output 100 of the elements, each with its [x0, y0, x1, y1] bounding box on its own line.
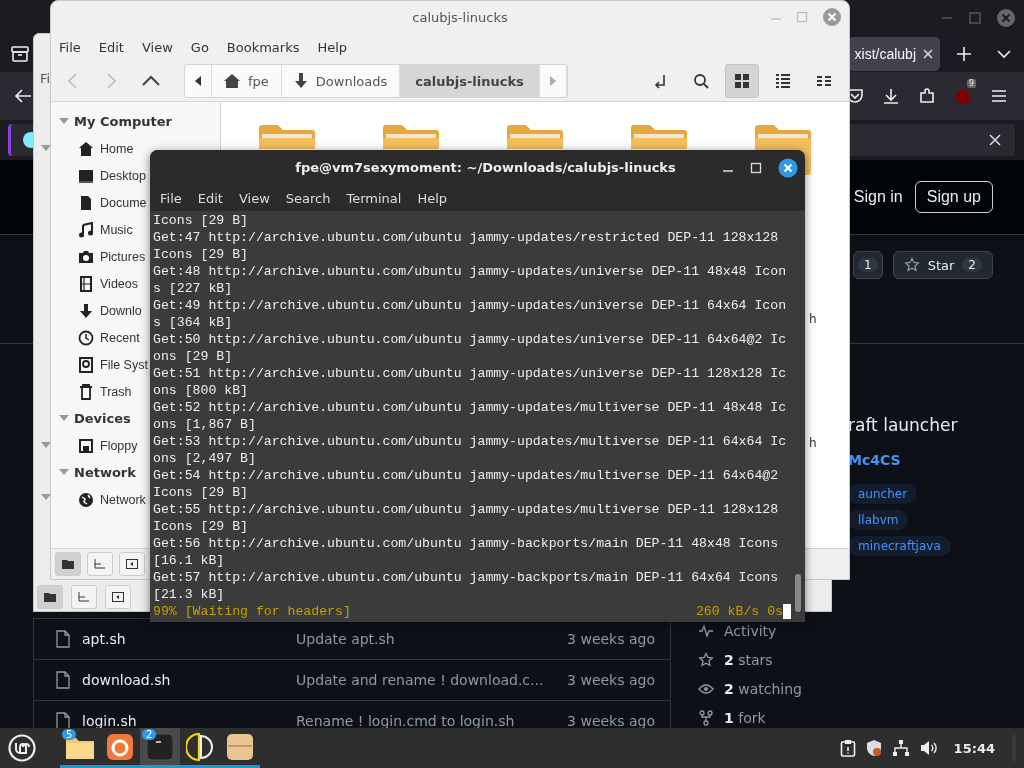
sidebar-icon: [126, 559, 138, 569]
file-name[interactable]: download.sh: [82, 672, 296, 688]
sidebar-toggle-button[interactable]: [71, 585, 97, 609]
stat-link[interactable]: 2 stars: [724, 652, 773, 668]
tab-list-icon[interactable]: [10, 44, 30, 63]
section-heading[interactable]: Devices: [74, 411, 131, 426]
breadcrumb-button[interactable]: calubjs-linucks: [400, 65, 540, 97]
website-link[interactable]: Mc4CS: [848, 452, 901, 468]
network-icon[interactable]: [891, 739, 910, 757]
sidebar-item[interactable]: Recent: [51, 324, 150, 351]
sidebar-toggle-button[interactable]: [119, 552, 145, 576]
close-icon[interactable]: [989, 134, 1001, 146]
file-name[interactable]: apt.sh: [82, 631, 296, 647]
view-button[interactable]: [725, 64, 759, 98]
file-name[interactable]: login.sh: [82, 713, 296, 728]
back-arrow-icon[interactable]: [14, 88, 32, 104]
tree-icon: [78, 592, 90, 602]
clipboard-icon[interactable]: [839, 739, 856, 757]
plus-icon[interactable]: [956, 45, 972, 62]
menu-item[interactable]: Go: [190, 39, 209, 55]
menu-item[interactable]: Fi: [40, 71, 51, 86]
menu-item[interactable]: Bookmarks: [226, 39, 300, 55]
stat-link[interactable]: 1 fork: [724, 710, 766, 726]
count-button[interactable]: 1: [853, 251, 883, 279]
extension-badge: 9: [966, 79, 976, 88]
sidebar-item[interactable]: Videos: [51, 270, 150, 297]
menu-icon[interactable]: [990, 88, 1008, 104]
file-row[interactable]: download.sh Update and rename ! download.c... 3 weeks ago: [34, 660, 670, 701]
section-heading[interactable]: My Computer: [74, 114, 172, 129]
topic-tag[interactable]: minecraftjava: [848, 536, 951, 556]
volume-icon[interactable]: [918, 739, 939, 757]
sign-in-link[interactable]: Sign in: [853, 188, 903, 206]
terminal-line: ons [2,497 B]: [153, 450, 257, 467]
repo-description: raft launcher: [848, 414, 958, 436]
music-icon: [78, 221, 94, 238]
clock[interactable]: 15:44: [953, 740, 995, 756]
commit-message[interactable]: Update apt.sh: [296, 631, 568, 647]
sidebar-toggle-button[interactable]: [55, 552, 81, 576]
menu-item[interactable]: View: [141, 39, 173, 55]
expander-icon[interactable]: [59, 414, 69, 423]
camera-icon: [78, 248, 94, 265]
browser-icon: [106, 732, 134, 761]
browser-tab[interactable]: xist/calubj: [848, 36, 940, 71]
terminal-line: Get:55 http://archive.ubuntu.com/ubuntu jammy-updates/multiverse DEP-11 128x128: [153, 501, 780, 518]
floppy-icon: [78, 437, 94, 454]
window-title: calubjs-linucks: [411, 9, 508, 25]
menu-item[interactable]: Help: [317, 39, 348, 55]
menu-item[interactable]: File: [160, 190, 182, 206]
sidebar-item[interactable]: Network: [51, 486, 150, 513]
terminal-line: Get:56 http://archive.ubuntu.com/ubuntu jammy-backports/main DEP-11 48x48 Icons: [153, 535, 780, 552]
stat-link[interactable]: 2 watching: [724, 681, 802, 697]
file-label[interactable]: h: [809, 436, 817, 450]
puzzle-icon[interactable]: [918, 87, 936, 105]
shield-icon[interactable]: [864, 739, 883, 757]
sidebar-toggle-button[interactable]: [87, 552, 113, 576]
terminal-line: Get:50 http://archive.ubuntu.com/ubuntu jammy-updates/universe DEP-11 64x64@2 Ic: [153, 331, 788, 348]
download-icon[interactable]: [882, 87, 900, 105]
menu-item[interactable]: Search: [285, 190, 331, 206]
sidebar-item[interactable]: Music: [51, 216, 150, 243]
terminal-line: Get:49 http://archive.ubuntu.com/ubuntu jammy-updates/universe DEP-11 64x64 Icon: [153, 297, 788, 314]
sidebar-item[interactable]: Downlo: [51, 297, 150, 324]
mint-logo-icon[interactable]: [8, 734, 36, 762]
desktop-icon: [78, 167, 94, 184]
stat-link[interactable]: Activity: [724, 623, 777, 639]
sidebar-toggle-button[interactable]: [105, 585, 131, 609]
sidebar-item[interactable]: Desktop: [51, 162, 150, 189]
sidebar-item[interactable]: File Syst: [51, 351, 150, 378]
menu-item[interactable]: Edit: [197, 190, 223, 206]
star-button[interactable]: Star 2: [892, 251, 993, 279]
up-icon[interactable]: [142, 75, 160, 87]
location-toggle-icon: [652, 73, 668, 89]
sidebar-item[interactable]: Pictures: [51, 243, 150, 270]
clock-icon: [78, 329, 94, 346]
breadcrumb-button[interactable]: fpe: [212, 65, 282, 97]
section-heading[interactable]: Network: [74, 465, 136, 480]
menu-item[interactable]: Help: [417, 190, 448, 206]
sidebar-toggle-button[interactable]: [37, 585, 63, 609]
close-icon[interactable]: [778, 158, 798, 178]
fork-icon: [698, 710, 714, 726]
window-title: fpe@vm7sexymoment: ~/Downloads/calubjs-linucks: [294, 160, 676, 175]
commit-message[interactable]: Update and rename ! download.c...: [296, 672, 568, 688]
expander-icon[interactable]: [59, 117, 69, 126]
topic-tag[interactable]: llabvm: [848, 510, 909, 530]
sidebar-item[interactable]: Docume: [51, 189, 150, 216]
menu-item[interactable]: View: [238, 190, 270, 206]
sign-up-button[interactable]: Sign up: [914, 181, 993, 213]
scrollbar-thumb[interactable]: [795, 574, 801, 612]
commit-message[interactable]: Rename ! login.cmd to login.sh: [296, 713, 568, 728]
sidebar-item[interactable]: Home: [51, 135, 150, 162]
menu-item[interactable]: File: [59, 39, 81, 55]
search-icon: [693, 73, 709, 89]
sidebar-item[interactable]: Floppy: [51, 432, 150, 459]
menu-item[interactable]: Edit: [98, 39, 124, 55]
close-icon[interactable]: [922, 47, 934, 60]
topic-tag[interactable]: auncher: [848, 484, 918, 504]
file-label[interactable]: h: [809, 312, 817, 326]
expander-icon[interactable]: [59, 468, 69, 477]
menu-item[interactable]: Terminal: [346, 190, 402, 206]
sidebar-item[interactable]: Trash: [51, 378, 150, 405]
file-icon: [56, 671, 70, 689]
